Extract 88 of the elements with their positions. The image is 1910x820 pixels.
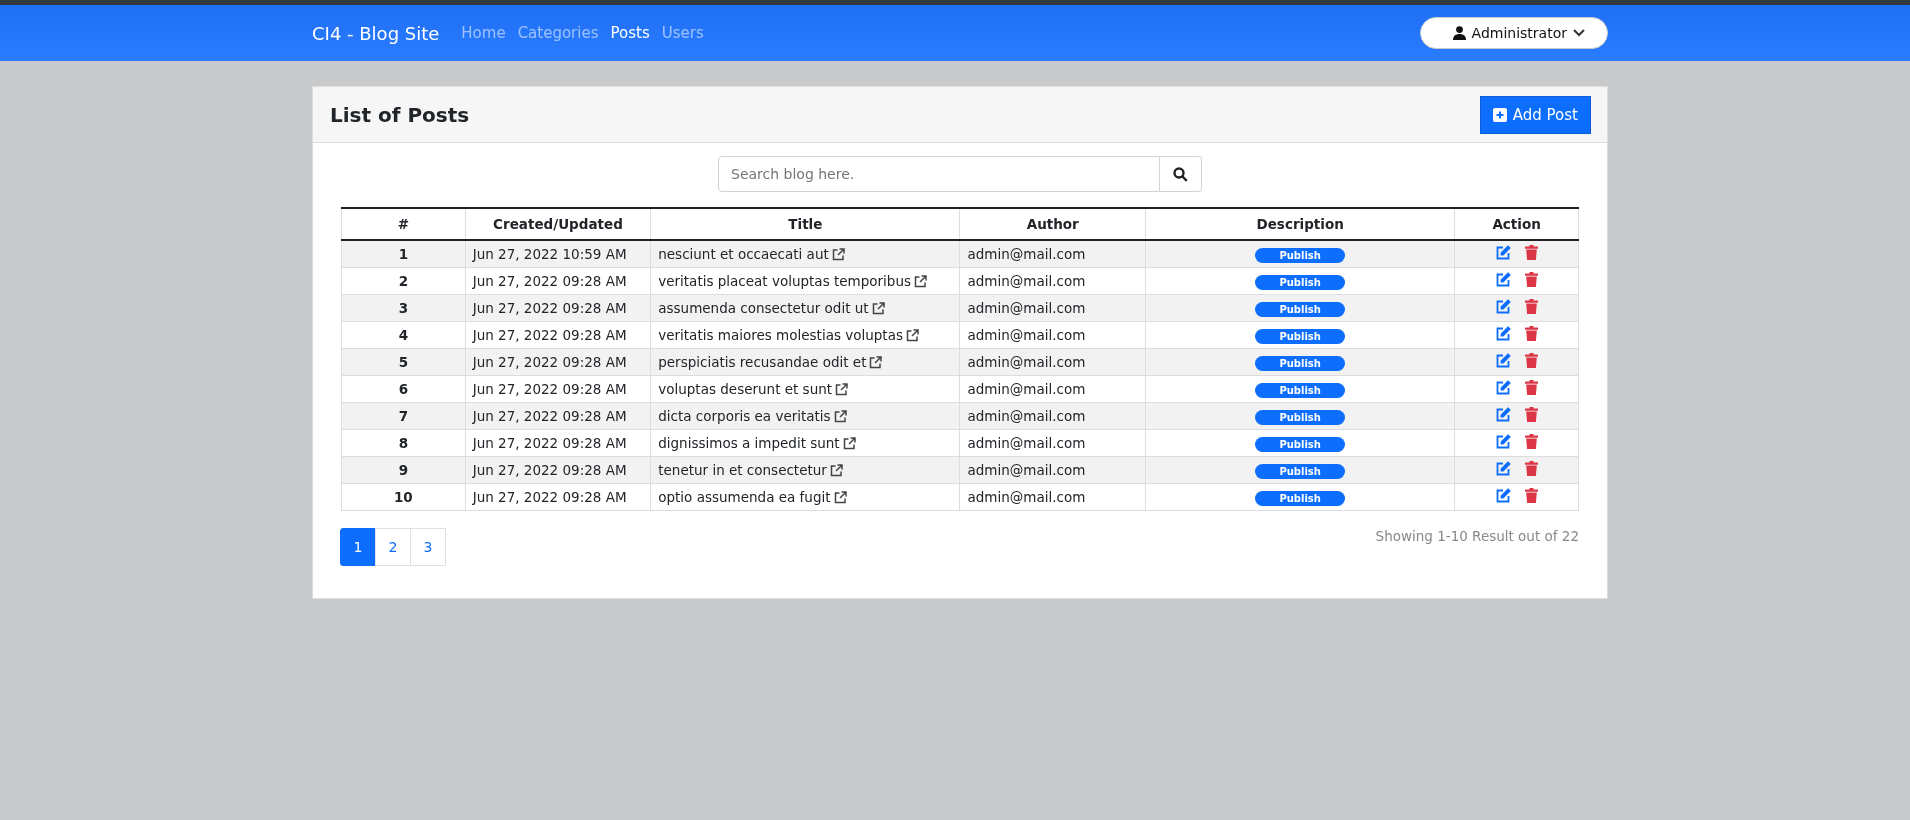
table-cell: admin@mail.com (960, 483, 1146, 511)
table-cell: Jun 27, 2022 09:28 AM (465, 321, 651, 349)
external-link-icon (871, 301, 885, 315)
table-cell: admin@mail.com (960, 240, 1146, 268)
table-cell: 10 (341, 483, 466, 511)
table-cell: admin@mail.com (960, 348, 1146, 376)
page-link[interactable]: 2 (375, 528, 411, 566)
trash-icon[interactable] (1524, 272, 1538, 287)
trash-icon[interactable] (1524, 434, 1538, 449)
table-cell: admin@mail.com (960, 456, 1146, 484)
edit-icon[interactable] (1495, 380, 1511, 395)
table-cell: admin@mail.com (960, 402, 1146, 430)
table-cell: Jun 27, 2022 09:28 AM (465, 348, 651, 376)
card-title: List of Posts (330, 102, 470, 127)
table-cell: 9 (341, 456, 466, 484)
table-cell: 7 (341, 402, 466, 430)
table-cell: admin@mail.com (960, 267, 1146, 295)
status-badge: Publish (1255, 382, 1346, 398)
page-link[interactable]: 1 (340, 528, 376, 566)
status-badge: Publish (1255, 409, 1346, 425)
status-badge: Publish (1255, 274, 1346, 290)
trash-icon[interactable] (1524, 380, 1538, 395)
table-cell: 2 (341, 267, 466, 295)
table-cell: 1 (341, 240, 466, 268)
status-badge: Publish (1255, 328, 1346, 344)
table-cell: Jun 27, 2022 09:28 AM (465, 456, 651, 484)
plus-square-icon (1492, 107, 1507, 122)
table-cell: 6 (341, 375, 466, 403)
chevron-down-icon (1573, 29, 1585, 37)
edit-icon[interactable] (1495, 299, 1511, 314)
table-cell: admin@mail.com (960, 429, 1146, 457)
external-link-icon (869, 355, 883, 369)
trash-icon[interactable] (1524, 326, 1538, 341)
table-cell: Jun 27, 2022 09:28 AM (465, 375, 651, 403)
status-badge: Publish (1255, 247, 1346, 263)
edit-icon[interactable] (1495, 407, 1511, 422)
trash-icon[interactable] (1524, 245, 1538, 260)
nav-link[interactable]: Posts (610, 24, 650, 42)
search-icon (1173, 166, 1188, 182)
table-cell: 4 (341, 321, 466, 349)
page-link[interactable]: 3 (410, 528, 446, 566)
table-cell: admin@mail.com (960, 294, 1146, 322)
external-link-icon (842, 436, 856, 450)
table-cell: 3 (341, 294, 466, 322)
external-link-icon (831, 247, 845, 261)
trash-icon[interactable] (1524, 299, 1538, 314)
table-cell: admin@mail.com (960, 321, 1146, 349)
table-cell: admin@mail.com (960, 375, 1146, 403)
table-cell: Jun 27, 2022 09:28 AM (465, 402, 651, 430)
trash-icon[interactable] (1524, 488, 1538, 503)
table-cell: 5 (341, 348, 466, 376)
edit-icon[interactable] (1495, 353, 1511, 368)
search-button[interactable] (1160, 156, 1202, 192)
trash-icon[interactable] (1524, 407, 1538, 422)
table-cell: Jun 27, 2022 09:28 AM (465, 294, 651, 322)
user-menu-button[interactable]: Administrator (1419, 17, 1608, 49)
external-link-icon (905, 328, 919, 342)
edit-icon[interactable] (1495, 326, 1511, 341)
table-cell: Jun 27, 2022 09:28 AM (465, 429, 651, 457)
trash-icon[interactable] (1524, 353, 1538, 368)
status-badge: Publish (1255, 463, 1346, 479)
external-link-icon (833, 409, 847, 423)
trash-icon[interactable] (1524, 461, 1538, 476)
status-badge: Publish (1255, 301, 1346, 317)
table-cell: Jun 27, 2022 10:59 AM (465, 240, 651, 268)
table-cell: 8 (341, 429, 466, 457)
brand-title[interactable]: CI4 - Blog Site (312, 22, 440, 44)
add-post-button[interactable]: Add Post (1479, 95, 1591, 134)
column-header: # (341, 208, 466, 240)
status-badge: Publish (1255, 355, 1346, 371)
edit-icon[interactable] (1495, 272, 1511, 287)
table-cell: Jun 27, 2022 09:28 AM (465, 267, 651, 295)
search-field[interactable]: Search blog here. (718, 156, 1160, 192)
external-link-icon (835, 382, 849, 396)
result-summary: Showing 1-10 Result out of 22 (1375, 528, 1579, 544)
external-link-icon (833, 490, 847, 504)
external-link-icon (914, 274, 927, 288)
status-badge: Publish (1255, 436, 1346, 452)
status-badge: Publish (1255, 490, 1346, 506)
edit-icon[interactable] (1495, 488, 1511, 503)
edit-icon[interactable] (1495, 434, 1511, 449)
column-header: Title (650, 208, 960, 240)
edit-icon[interactable] (1495, 245, 1511, 260)
edit-icon[interactable] (1495, 461, 1511, 476)
table-cell: Jun 27, 2022 09:28 AM (465, 483, 651, 511)
user-icon (1452, 26, 1466, 40)
column-header: Description (1145, 208, 1455, 240)
external-link-icon (829, 463, 843, 477)
